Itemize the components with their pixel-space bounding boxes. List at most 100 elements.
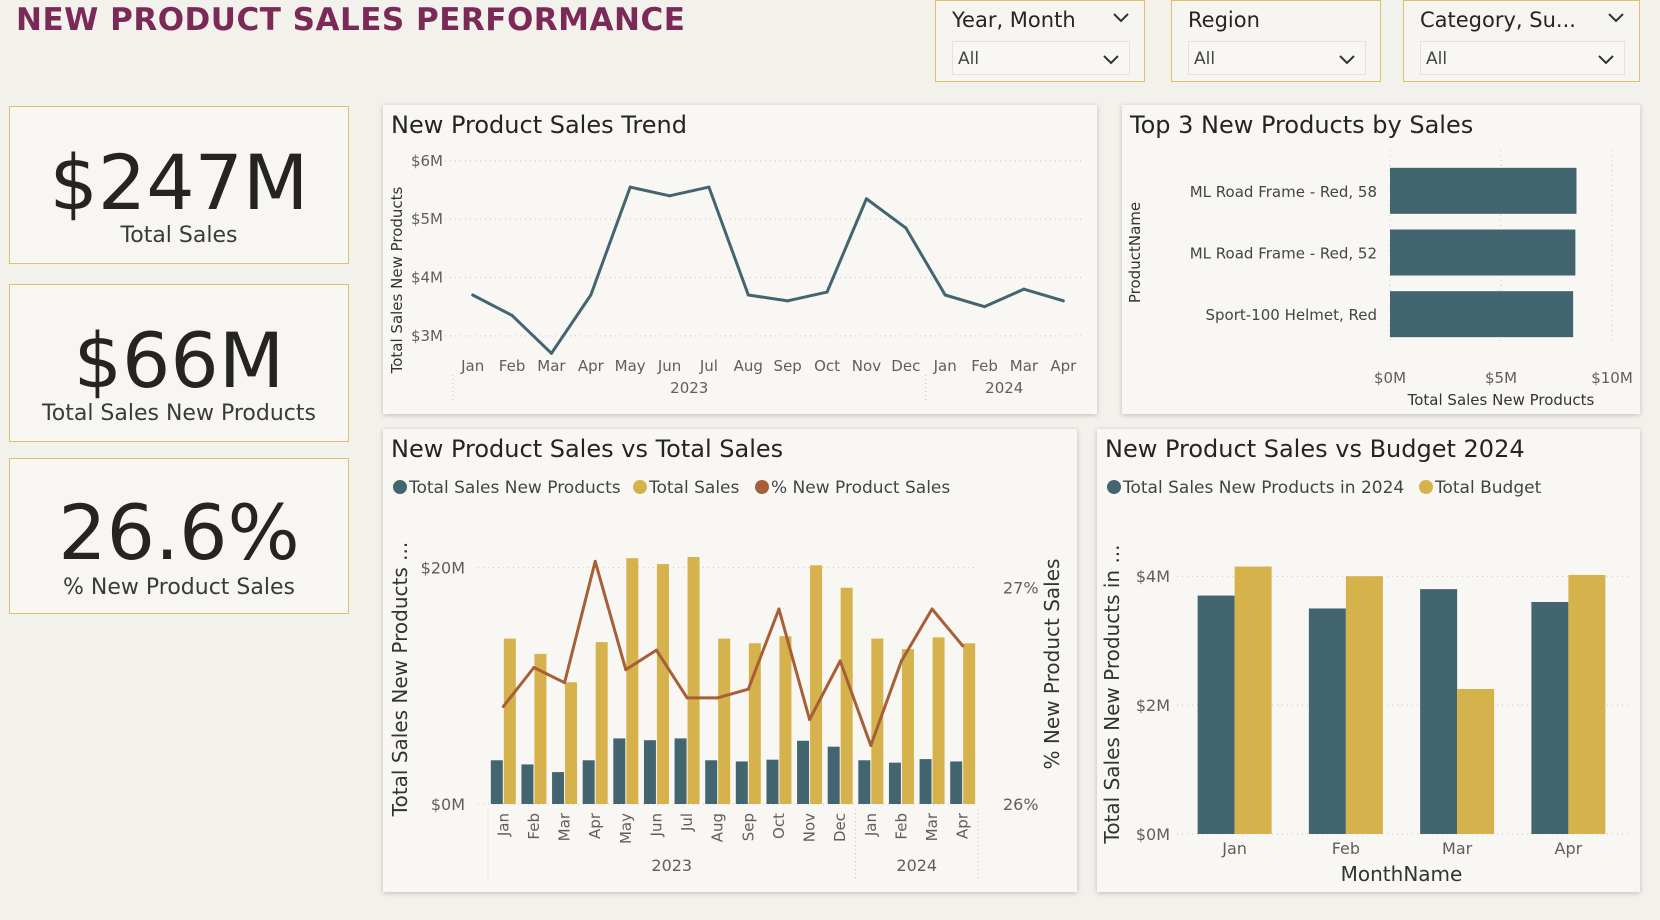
data-point	[510, 313, 514, 317]
bar	[1390, 291, 1574, 338]
y2-tick-label: 26%	[1003, 795, 1039, 814]
pct-point	[869, 744, 873, 747]
y-axis-label: Total Sales New Products ...	[388, 542, 412, 817]
data-point	[825, 290, 829, 294]
legend-marker	[633, 480, 647, 494]
y-tick-label: $4M	[411, 269, 443, 287]
bar-new-products	[613, 738, 626, 804]
bar-total-budget	[1457, 689, 1495, 834]
kpi-value: $66M	[73, 316, 285, 405]
x-tick-label: Nov	[852, 357, 881, 375]
top-products-bar-chart: $0M $5M $10M ML Road Frame - Red, 58 ML Road…	[1126, 150, 1633, 409]
trend-chart-panel[interactable]: New Product Sales Trend $3M $4M $5M $6M Tota…	[383, 105, 1097, 414]
slicer-label: Category, Su...	[1420, 8, 1576, 32]
bar-total-sales	[626, 558, 639, 804]
pct-point	[532, 666, 536, 669]
y-tick-label: $4M	[1136, 567, 1170, 586]
bar-new-products	[705, 760, 718, 804]
y2-tick-label: 27%	[1003, 578, 1039, 597]
kpi-card-new-product-sales[interactable]: $66M Total Sales New Products	[9, 284, 349, 442]
x-tick-label: Dec	[891, 357, 920, 375]
bar-total-sales	[810, 565, 823, 804]
data-point	[746, 293, 750, 297]
x-tick-label: Feb	[971, 357, 998, 375]
x-tick-label: Mar	[923, 812, 941, 841]
bar-new-products	[888, 762, 901, 804]
pct-point	[501, 705, 505, 708]
bar-new-products	[490, 760, 503, 804]
x-tick-label: May	[617, 813, 635, 844]
legend-marker	[393, 480, 407, 494]
kpi-card-total-sales[interactable]: $247M Total Sales	[9, 106, 349, 264]
bar-new-products	[919, 759, 932, 804]
chevron-down-icon	[1339, 55, 1355, 65]
pct-point	[777, 607, 781, 611]
pct-point	[685, 696, 689, 700]
x-tick-label: Apr	[1050, 357, 1077, 375]
combo-chart-panel[interactable]: New Product Sales vs Total Sales Total S…	[383, 429, 1077, 892]
x-tick-label: Mar	[1442, 839, 1473, 858]
y-axis-label: Total Sales New Products in ...	[1100, 544, 1124, 844]
x-tick-label: Oct	[814, 357, 840, 375]
x-tick-label: Jun	[657, 357, 681, 375]
y-tick-label: $20M	[421, 559, 465, 578]
y-tick-label: Sport-100 Helmet, Red	[1205, 306, 1377, 324]
chevron-down-icon	[1103, 55, 1119, 65]
bar-total-sales	[534, 653, 547, 804]
bar-total-budget	[1345, 576, 1383, 834]
y-axis-label: ProductName	[1126, 202, 1144, 303]
x-tick-label: Jan	[1221, 839, 1247, 858]
pct-point	[593, 559, 597, 563]
data-point	[549, 351, 553, 355]
slicer-region[interactable]: Region All	[1171, 0, 1381, 82]
kpi-card-new-product-pct[interactable]: 26.6% % New Product Sales	[9, 458, 349, 614]
y-tick-label: $2M	[1136, 696, 1170, 715]
legend-marker	[755, 480, 769, 494]
data-point	[904, 226, 908, 230]
budget-bar-chart: Total Sales New Products in 2024 Total Bu…	[1100, 478, 1632, 886]
bar-new-products	[858, 760, 871, 804]
budget-chart-panel[interactable]: New Product Sales vs Budget 2024 Total S…	[1097, 429, 1640, 892]
bar-total-sales	[656, 564, 669, 804]
slicer-dropdown[interactable]: All	[1420, 41, 1625, 75]
data-point	[864, 197, 868, 201]
bar-total-budget	[1234, 566, 1272, 834]
chevron-down-icon[interactable]	[1605, 9, 1627, 25]
x-tick-label: $5M	[1485, 369, 1517, 387]
bar-total-sales	[718, 638, 731, 804]
slicer-year-month[interactable]: Year, Month All	[935, 0, 1145, 82]
y-tick-label: $6M	[411, 152, 443, 170]
slicer-category[interactable]: Category, Su... All	[1403, 0, 1640, 82]
x-group-label: 2023	[670, 379, 708, 397]
combo-bar-line-chart: Total Sales New Products Total Sales % New…	[388, 478, 1064, 879]
legend-label: Total Budget	[1434, 478, 1542, 498]
x-tick-label: Mar	[1010, 357, 1039, 375]
chevron-down-icon[interactable]	[1110, 9, 1132, 25]
bar-total-sales	[871, 638, 884, 804]
x-tick-label: Apr	[954, 812, 972, 839]
kpi-label: % New Product Sales	[63, 575, 295, 600]
slicer-label: Year, Month	[952, 8, 1076, 32]
pct-point	[838, 659, 842, 663]
bar-total-sales	[595, 642, 608, 804]
x-tick-label: Feb	[525, 813, 543, 840]
data-point	[1061, 299, 1065, 303]
kpi-label: Total Sales	[120, 223, 238, 248]
bar-total-sales	[932, 637, 945, 804]
slicer-dropdown[interactable]: All	[952, 41, 1130, 75]
data-point	[589, 293, 593, 297]
kpi-label: Total Sales New Products	[42, 401, 316, 426]
x-tick-label: Apr	[586, 812, 604, 839]
bar-new-products	[797, 740, 810, 804]
top-products-panel[interactable]: Top 3 New Products by Sales $0M $5M $10M ML…	[1122, 105, 1640, 414]
bar-total-sales	[503, 638, 516, 804]
data-point	[471, 293, 475, 297]
bar-total-sales	[687, 557, 700, 804]
legend-marker	[1107, 480, 1121, 494]
slicer-dropdown[interactable]: All	[1188, 41, 1366, 75]
y-axis-label: Total Sales New Products	[388, 186, 406, 374]
bar-new-products	[766, 759, 779, 804]
x-tick-label: Dec	[831, 813, 849, 842]
x-tick-label: Sep	[774, 357, 802, 375]
pct-point	[624, 668, 628, 672]
